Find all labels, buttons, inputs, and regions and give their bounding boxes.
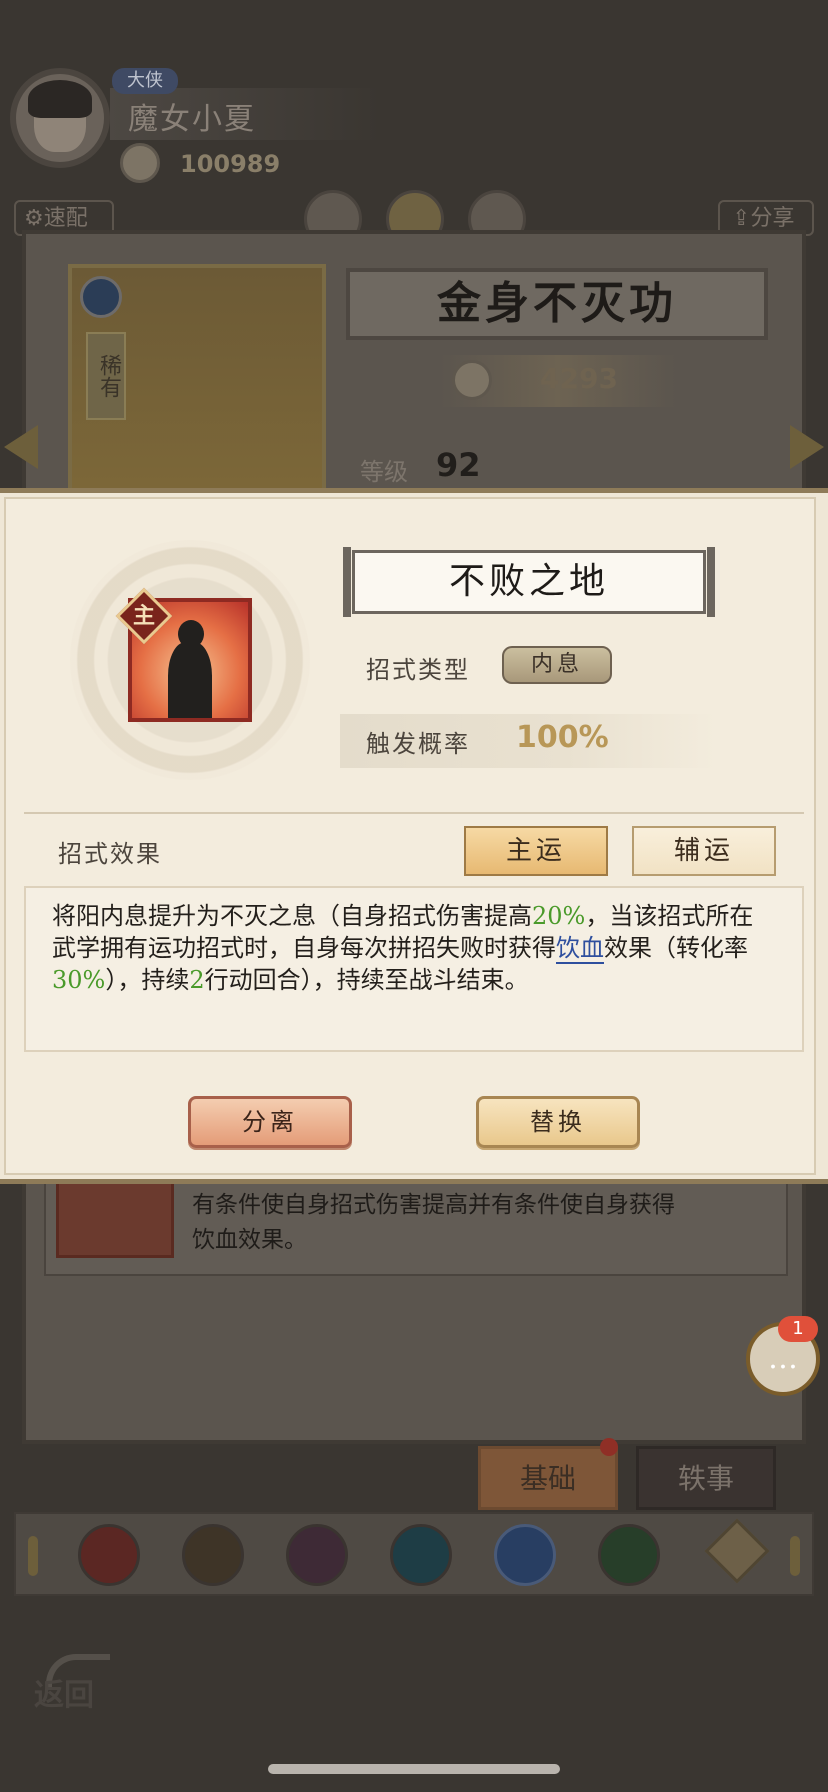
trigger-probability-label: 触发概率	[366, 730, 470, 758]
skill-type-label: 招式类型	[366, 656, 470, 684]
trigger-probability-value: 100%	[516, 720, 609, 755]
speed-match-label: 速配	[43, 206, 88, 231]
fist-icon[interactable]	[286, 1524, 348, 1586]
rank-tag: 大侠	[112, 68, 178, 94]
strip-right-end	[790, 1536, 800, 1576]
tab-main-circulation[interactable]: 主运	[464, 826, 608, 876]
rarity-tag: 稀有	[86, 332, 126, 420]
desc-value-conversion: 30%	[52, 966, 106, 994]
back-button[interactable]: 返回	[34, 1670, 94, 1714]
skill-effect-description: 将阳内息提升为不灭之息（自身招式伤害提高20%，当该招式所在武学拥有运功招式时，…	[24, 886, 804, 1052]
spiral-icon[interactable]	[598, 1524, 660, 1586]
player-name: 魔女小夏	[128, 102, 256, 137]
player-avatar[interactable]	[10, 68, 110, 168]
desc-part-4: ），持续	[105, 966, 190, 994]
sword-icon[interactable]	[78, 1524, 140, 1586]
next-arrow-icon[interactable]	[790, 425, 824, 469]
avatar-hair	[28, 80, 92, 118]
tab-anecdote[interactable]: 轶事	[636, 1446, 776, 1510]
desc-part-1: 将阳内息提升为不灭之息（自身招式伤害提高	[52, 902, 532, 930]
skill-name-frame: 不败之地	[343, 547, 715, 617]
notification-dot	[600, 1438, 618, 1456]
taiji-icon	[80, 276, 122, 318]
technique-title-frame: 金身不灭功	[346, 268, 768, 340]
main-badge-label: 主	[132, 603, 155, 629]
desc-value-rounds: 2	[189, 966, 205, 994]
lower-skill-thumbnail	[56, 1180, 174, 1258]
strip-left-end	[28, 1536, 38, 1576]
tab-basic[interactable]: 基础	[478, 1446, 618, 1510]
share-label: 分享	[750, 206, 795, 231]
level-value: 92	[436, 446, 481, 484]
share-icon: ⇪	[732, 206, 751, 231]
desc-part-3: 效果（转化率	[604, 934, 748, 962]
technique-card[interactable]: 稀有	[68, 264, 326, 504]
chat-badge: 1	[778, 1316, 818, 1342]
gear-icon: ⚙	[24, 206, 44, 231]
skill-type-badge: 内息	[502, 646, 612, 684]
fan-icon[interactable]	[390, 1524, 452, 1586]
lower-skill-description: 有条件使自身招式伤害提高并有条件使自身获得饮血效果。	[192, 1192, 675, 1253]
lifesteal-link[interactable]: 饮血	[556, 934, 604, 964]
coin-amount: 100989	[180, 150, 281, 178]
skill-name: 不败之地	[448, 561, 609, 602]
desc-part-5: 行动回合），持续至战斗结束。	[204, 966, 529, 994]
skill-effect-label: 招式效果	[58, 840, 162, 868]
power-icon	[452, 360, 492, 400]
prev-arrow-icon[interactable]	[4, 425, 38, 469]
modal-divider	[24, 812, 804, 814]
separate-button[interactable]: 分离	[188, 1096, 352, 1148]
technique-title: 金身不灭功	[437, 278, 677, 329]
tab-aux-circulation[interactable]: 辅运	[632, 826, 776, 876]
home-indicator	[268, 1764, 560, 1774]
power-value: 4293	[540, 362, 618, 395]
sword-icon[interactable]	[182, 1524, 244, 1586]
taiji-icon[interactable]	[494, 1524, 556, 1586]
level-label: 等级	[360, 458, 408, 486]
coin-icon	[120, 143, 160, 183]
silhouette-body	[168, 642, 212, 718]
replace-button[interactable]: 替换	[476, 1096, 640, 1148]
desc-value-damage: 20%	[532, 902, 586, 930]
